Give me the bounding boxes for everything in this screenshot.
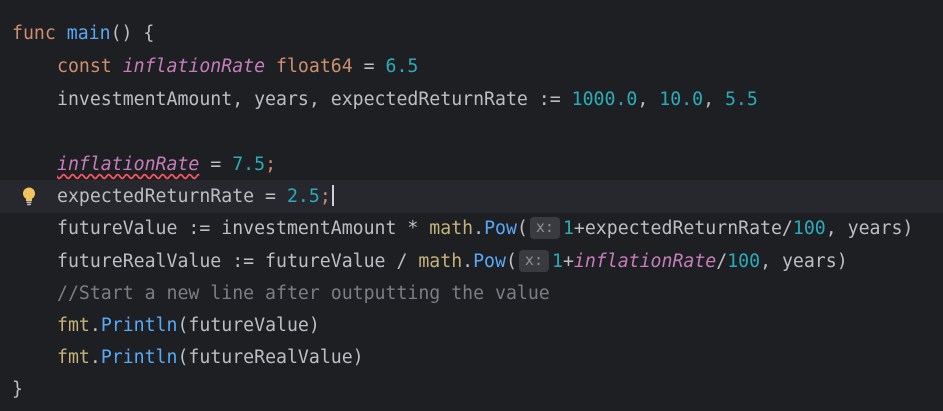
code-text: fmt.Println(futureRealValue) bbox=[57, 341, 364, 374]
paren-open: ( bbox=[505, 251, 517, 272]
package-name: math bbox=[418, 251, 463, 272]
number-literal: 100 bbox=[727, 251, 761, 272]
code-text: const inflationRate float64 = 6.5 bbox=[57, 50, 418, 83]
call-tail: , years) bbox=[760, 251, 848, 272]
code-text: futureValue := investmentAmount * math.P… bbox=[57, 212, 913, 245]
dot: . bbox=[89, 315, 101, 336]
assignment-lhs: expectedReturnRate = bbox=[57, 186, 287, 207]
number-literal: 1 bbox=[551, 251, 563, 272]
call-args: (futureValue) bbox=[177, 315, 320, 336]
assignment-lhs: futureRealValue := futureValue / bbox=[57, 251, 419, 272]
package-name: fmt bbox=[57, 315, 90, 336]
type-name: float64 bbox=[276, 56, 353, 77]
code-comment: //Start a new line after outputting the … bbox=[57, 283, 550, 304]
semicolon: ; bbox=[265, 154, 277, 175]
lightbulb-icon[interactable] bbox=[22, 187, 36, 206]
operator: + bbox=[562, 251, 574, 272]
number-literal: 1000.0 bbox=[571, 89, 638, 110]
semicolon: ; bbox=[319, 186, 331, 207]
code-editor[interactable]: func main() { const inflationRate float6… bbox=[0, 0, 943, 411]
number-literal: 5.5 bbox=[724, 89, 758, 110]
keyword-func: func bbox=[12, 23, 56, 44]
separator: , bbox=[637, 89, 660, 110]
number-literal: 10.0 bbox=[659, 89, 704, 110]
code-line-2[interactable]: const inflationRate float64 = 6.5 bbox=[0, 50, 943, 83]
package-name: math bbox=[429, 218, 474, 239]
number-literal: 7.5 bbox=[232, 154, 266, 175]
number-literal: 1 bbox=[562, 218, 574, 239]
constant-reference: inflationRate bbox=[573, 251, 717, 272]
code-line-11[interactable]: fmt.Println(futureRealValue) bbox=[0, 341, 943, 374]
code-text: investmentAmount, years, expectedReturnR… bbox=[57, 83, 758, 116]
code-text: futureRealValue := futureValue / math.Po… bbox=[57, 245, 848, 278]
paren-open: ( bbox=[516, 218, 528, 239]
code-line-5[interactable]: inflationRate = 7.5; bbox=[0, 148, 943, 181]
function-call: Println bbox=[100, 347, 178, 368]
code-line-4[interactable] bbox=[0, 116, 943, 149]
number-literal: 6.5 bbox=[385, 56, 419, 77]
operator: = bbox=[352, 56, 386, 77]
dot: . bbox=[462, 251, 474, 272]
code-line-9[interactable]: //Start a new line after outputting the … bbox=[0, 277, 943, 310]
number-literal: 2.5 bbox=[286, 186, 320, 207]
dot: . bbox=[473, 218, 485, 239]
constant-name: inflationRate bbox=[122, 56, 266, 77]
code-text: inflationRate = 7.5; bbox=[57, 148, 276, 181]
code-text: func main() { bbox=[12, 17, 154, 50]
call-args: (futureRealValue) bbox=[177, 347, 364, 368]
function-call: Println bbox=[100, 315, 178, 336]
function-name: main bbox=[66, 23, 111, 44]
function-call: Pow bbox=[484, 218, 517, 239]
code-line-7[interactable]: futureValue := investmentAmount * math.P… bbox=[0, 212, 943, 245]
code-line-1[interactable]: func main() { bbox=[0, 17, 943, 50]
separator: , bbox=[703, 89, 725, 110]
parameter-hint: x: bbox=[518, 250, 549, 272]
operator: / bbox=[716, 251, 728, 272]
punctuation: () { bbox=[110, 23, 155, 44]
keyword-const: const bbox=[57, 56, 112, 77]
expression: +expectedReturnRate/ bbox=[573, 218, 793, 239]
code-line-3[interactable]: investmentAmount, years, expectedReturnR… bbox=[0, 83, 943, 116]
operator: = bbox=[199, 154, 233, 175]
code-line-10[interactable]: fmt.Println(futureValue) bbox=[0, 309, 943, 342]
code-text: expectedReturnRate = 2.5; bbox=[57, 180, 334, 213]
package-name: fmt bbox=[57, 347, 90, 368]
assignment-lhs: investmentAmount, years, expectedReturnR… bbox=[57, 89, 572, 110]
dot: . bbox=[89, 347, 101, 368]
closing-brace: } bbox=[12, 379, 23, 400]
code-line-6-current[interactable]: expectedReturnRate = 2.5; bbox=[0, 180, 943, 213]
call-tail: , years) bbox=[825, 218, 914, 239]
number-literal: 100 bbox=[792, 218, 826, 239]
code-line-8[interactable]: futureRealValue := futureValue / math.Po… bbox=[0, 245, 943, 278]
function-call: Pow bbox=[473, 251, 506, 272]
text-caret bbox=[331, 185, 334, 206]
code-text: fmt.Println(futureValue) bbox=[57, 309, 320, 342]
parameter-hint: x: bbox=[529, 217, 560, 239]
code-line-12[interactable]: } bbox=[0, 373, 943, 406]
error-constant-name[interactable]: inflationRate bbox=[57, 154, 199, 175]
assignment-lhs: futureValue := investmentAmount * bbox=[57, 218, 430, 239]
